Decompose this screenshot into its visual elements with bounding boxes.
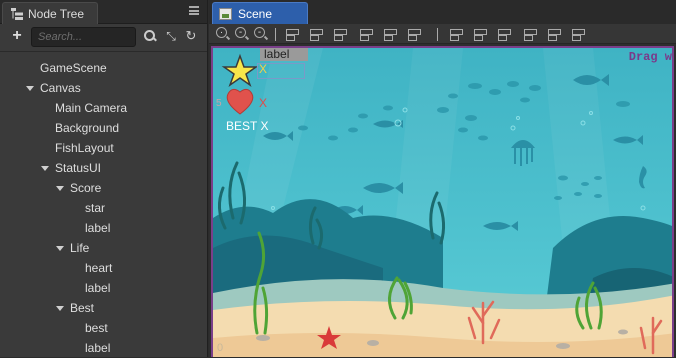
tree-node-label: label <box>85 221 111 235</box>
node-tree-toolbar: + ⤡ ↻ <box>0 24 207 52</box>
align-right-icon[interactable] <box>333 27 347 41</box>
search-icon[interactable] <box>143 29 157 43</box>
scene-toolbar: · - - <box>209 24 676 44</box>
tree-node-label: Background <box>55 121 120 135</box>
scene-tab[interactable]: Scene <box>212 2 308 24</box>
coordinate-readout: 0 <box>217 342 224 354</box>
tree-node-label: Main Camera <box>55 101 128 115</box>
expand-arrow-icon[interactable] <box>56 306 64 311</box>
expand-arrow-icon[interactable] <box>41 166 49 171</box>
scene-tabbar: Scene <box>209 0 676 24</box>
align-v-center-icon[interactable] <box>383 27 397 41</box>
tree-node-label: star <box>85 201 106 215</box>
node-tree-tabbar: Node Tree <box>0 0 207 24</box>
tree-node-label: Canvas <box>40 81 81 95</box>
distribute-top-icon[interactable] <box>449 27 463 41</box>
expand-arrow-icon[interactable] <box>56 246 64 251</box>
align-h-center-icon[interactable] <box>309 27 323 41</box>
align-left-icon[interactable] <box>285 27 299 41</box>
hierarchy-icon <box>11 7 23 20</box>
tree-node-label: Life <box>70 241 90 255</box>
scene-image-icon <box>219 7 232 20</box>
expand-arrow-icon[interactable] <box>56 186 64 191</box>
toolbar-separator <box>275 28 276 41</box>
scene-panel: Scene · - - label X 5 X BEST X Drag w 0 <box>209 0 676 357</box>
zoom-fit-icon[interactable]: · <box>216 27 227 38</box>
tree-node-life[interactable]: Life <box>70 238 89 258</box>
tree-node-label: GameScene <box>40 61 107 75</box>
tree-node-label: Best <box>70 301 95 315</box>
node-tree-panel: Node Tree + ⤡ ↻ GameScene Canvas Main Ca… <box>0 0 208 357</box>
tree-node-gamescene[interactable]: GameScene <box>40 58 107 78</box>
node-tree-tab-label: Node Tree <box>28 6 85 21</box>
toolbar-separator <box>437 28 438 41</box>
tree-node-label: label <box>85 281 111 295</box>
zoom-out-icon[interactable]: - <box>235 27 246 38</box>
life-value-text: X <box>259 96 268 110</box>
tree-node-label: StatusUI <box>55 161 102 175</box>
tree-node-best-label[interactable]: label <box>85 338 110 358</box>
node-search-input[interactable] <box>31 27 136 47</box>
scene-tab-label: Scene <box>238 6 273 21</box>
scene-viewport[interactable]: label X 5 X BEST X Drag w 0 <box>211 46 674 357</box>
distribute-bottom-icon[interactable] <box>497 27 511 41</box>
align-top-icon[interactable] <box>359 27 373 41</box>
tree-node-score-label[interactable]: label <box>85 218 110 238</box>
life-count-ghost-text: 5 <box>216 98 222 109</box>
tree-node-statusui[interactable]: StatusUI <box>55 158 101 178</box>
tree-node-label: Score <box>70 181 102 195</box>
tree-node-background[interactable]: Background <box>55 118 119 138</box>
add-node-icon[interactable]: + <box>10 28 24 44</box>
underwater-background <box>213 48 672 357</box>
tree-node-score[interactable]: Score <box>70 178 101 198</box>
drag-hint-text: Drag w <box>628 50 672 64</box>
tree-node-life-label[interactable]: label <box>85 278 110 298</box>
best-score-text: BEST X <box>226 119 269 133</box>
tree-node-label: FishLayout <box>55 141 114 155</box>
tree-node-heart[interactable]: heart <box>85 258 112 278</box>
collapse-all-icon[interactable]: ⤡ <box>164 29 178 43</box>
score-value-text: X <box>259 62 268 76</box>
align-bottom-icon[interactable] <box>407 27 421 41</box>
tree-node-label: heart <box>85 261 113 275</box>
distribute-left-icon[interactable] <box>523 27 537 41</box>
zoom-reset-icon[interactable]: - <box>254 27 265 38</box>
node-tree-tab[interactable]: Node Tree <box>2 2 98 24</box>
tree-node-best-child[interactable]: best <box>85 318 108 338</box>
distribute-h-center-icon[interactable] <box>547 27 561 41</box>
panel-menu-icon[interactable] <box>189 6 199 15</box>
tree-node-label: label <box>85 341 111 355</box>
tree-node-canvas[interactable]: Canvas <box>40 78 81 98</box>
selected-label-chip: label <box>260 48 308 61</box>
tree-node-best[interactable]: Best <box>70 298 94 318</box>
distribute-right-icon[interactable] <box>571 27 585 41</box>
refresh-icon[interactable]: ↻ <box>184 29 198 43</box>
expand-arrow-icon[interactable] <box>26 86 34 91</box>
tree-node-label: best <box>85 321 108 335</box>
tree-node-star[interactable]: star <box>85 198 105 218</box>
tree-node-main-camera[interactable]: Main Camera <box>55 98 127 118</box>
distribute-v-center-icon[interactable] <box>473 27 487 41</box>
tree-node-fishlayout[interactable]: FishLayout <box>55 138 114 158</box>
